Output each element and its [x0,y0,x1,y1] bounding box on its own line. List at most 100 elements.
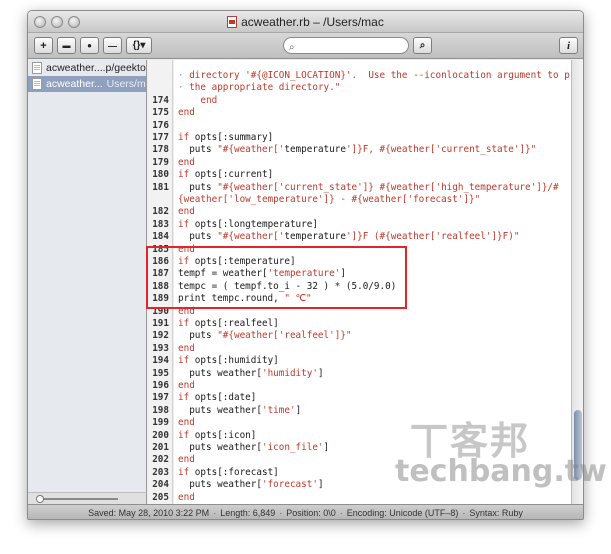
sidebar-size-slider[interactable] [28,492,147,504]
code-line[interactable]: puts "#{weather['current_state']} #{weat… [174,182,571,194]
sidebar-item-acweather[interactable]: acweather... Users/mac [28,76,146,92]
code-line[interactable]: end [174,380,571,392]
line-number-row: 183 [148,219,172,231]
code-token: if [178,169,190,181]
code-token: if [178,392,190,404]
code-line[interactable]: if opts[:humidity] [174,355,571,367]
code-line[interactable]: if opts[:date] [174,392,571,404]
code-line[interactable]: {weather['low_temperature']} - #{weather… [174,194,571,206]
line-number-row: 203 [148,467,172,479]
find-button[interactable]: ⌕ [413,37,432,54]
line-number-row: 192 [148,330,172,342]
code-line[interactable]: puts "#{weather['realfeel']}" [174,330,571,342]
line-number: 201 [152,442,169,453]
code-line-text: end [178,157,195,169]
braces-icon: {}▾ [132,40,146,51]
sidebar-item-geektool[interactable]: acweather....p/geektool [28,60,146,76]
code-token: opts[:summary] [189,132,274,143]
code-token: · [178,70,190,81]
code-line[interactable]: end [174,343,571,355]
code-line[interactable]: · the appropriate directory." [174,82,571,94]
code-line[interactable]: end [174,206,571,218]
line-number: 198 [152,404,169,416]
remove-button[interactable]: — [103,37,122,54]
code-token: opts[:forecast] [189,466,279,478]
code-token: "#{weather['current_state']} #{weather['… [217,181,559,193]
line-number: 178 [152,144,169,156]
line-number: 176 [152,119,169,131]
code-line[interactable]: end [174,107,571,119]
code-line-text: end [178,492,195,504]
status-position: Position: 0\0 [286,507,336,518]
code-line-text: puts weather['humidity'] [178,367,323,380]
code-line[interactable]: puts "#{weather['temperature']}F, #{weat… [174,144,571,156]
code-line-text: if opts[:icon] [178,430,256,442]
line-number: 202 [152,454,169,466]
line-number: 200 [152,429,169,441]
code-token: ']}F, #{weather['current_state']}" [345,144,537,156]
code-line-text: end [178,206,195,218]
code-line[interactable]: if opts[:longtemperature] [174,219,571,231]
code-token: puts weather[ [178,404,262,416]
line-number: 175 [152,107,169,119]
line-number-row [148,194,172,206]
code-line[interactable] [174,120,571,132]
code-token: end [178,454,195,466]
code-token: opts[:date] [189,392,257,404]
line-number-row [148,70,172,82]
code-token: opts[:realfeel] [189,318,279,329]
line-number: 197 [152,392,169,404]
code-line-text: end [178,107,195,119]
code-line[interactable]: if opts[:summary] [174,132,571,144]
line-number: 199 [152,417,169,429]
code-token: if [178,318,190,329]
line-number: 193 [152,342,169,354]
code-token: end [178,380,195,391]
code-line-text: if opts[:longtemperature] [178,219,318,231]
folder-icon: ▬ [62,41,71,50]
line-number-row: 176 [148,120,172,132]
new-document-button[interactable]: + [34,37,53,54]
code-token: "#{weather['realfeel']}" [217,330,352,342]
info-button[interactable]: i [559,37,578,54]
record-button[interactable]: ● [80,37,99,54]
line-number-row: 174 [148,95,172,107]
code-line[interactable]: puts weather['humidity'] [174,368,571,380]
code-line[interactable]: if opts[:realfeel] [174,318,571,330]
code-token: the appropriate directory." [189,82,341,94]
code-token: end [178,156,195,168]
code-line[interactable]: end [174,157,571,169]
line-number: 195 [152,367,169,379]
magnifier-icon: ⌕ [419,40,426,51]
slider-knob[interactable] [36,495,44,503]
code-line-text: puts "#{weather['temperature']}F, #{weat… [178,144,536,156]
slider-track [38,498,118,500]
status-encoding[interactable]: Encoding: Unicode (UTF–8) [347,508,459,518]
code-token: 'humidity' [261,367,318,379]
code-line-text: puts weather['time'] [178,405,301,417]
line-number: 204 [152,479,169,491]
code-line[interactable]: puts "#{weather['temperature']}F (#{weat… [174,231,571,243]
status-syntax[interactable]: Syntax: Ruby [469,508,523,518]
line-number-row: 194 [148,355,172,367]
line-number-row: 181 [148,182,172,194]
code-token: puts weather[ [178,479,262,491]
code-line[interactable]: · directory '#{@ICON_LOCATION}'. Use the… [174,70,571,82]
code-line[interactable]: if opts[:current] [174,169,571,181]
code-line-text: puts weather['forecast'] [178,479,323,491]
line-number-row: 177 [148,132,172,144]
search-field[interactable]: ⌕ [283,37,409,54]
line-number-row: 182 [148,206,172,218]
open-folder-button[interactable]: ▬ [57,37,76,54]
symbols-menu-button[interactable]: {}▾ [126,37,152,54]
code-line[interactable]: end [174,95,571,107]
title-bar[interactable]: acweather.rb – /Users/mac [28,11,583,33]
sidebar-item-label: acweather....p/geektool [46,62,146,74]
code-token: end [178,206,195,218]
line-number-row: 179 [148,157,172,169]
code-token: "#{weather[' [217,231,285,243]
code-line-text: end [178,343,195,355]
code-line-text: if opts[:humidity] [178,355,279,367]
code-token: end [178,107,195,119]
code-token: end [178,417,195,429]
